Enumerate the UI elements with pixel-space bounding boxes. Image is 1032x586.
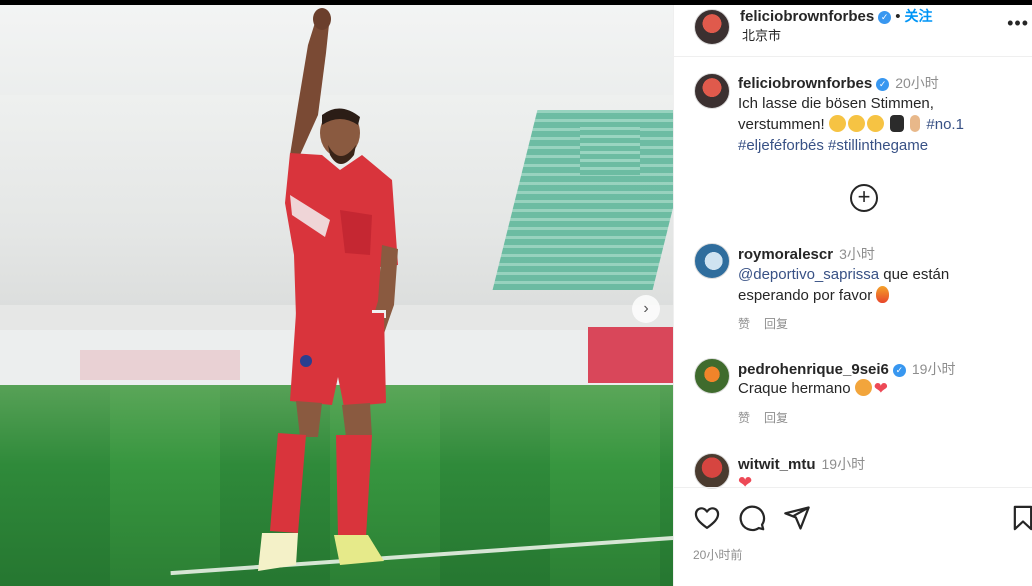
verified-badge-icon: ✓: [892, 364, 906, 377]
comment-like-button[interactable]: 赞: [738, 411, 750, 425]
red-heart-icon: ❤: [873, 379, 888, 398]
separator-dot: •: [895, 8, 901, 25]
post-date: 20小时前: [693, 548, 743, 562]
bookmark-icon[interactable]: [1009, 504, 1032, 532]
player-figure: [258, 8, 398, 571]
caption-time: 20小时: [895, 75, 939, 91]
post-location[interactable]: 北京市: [742, 25, 781, 44]
comment-text: @deportivo_saprissa que están esperando …: [738, 264, 1028, 306]
comment-line-2: esperando por favor: [738, 285, 1028, 306]
comment-bubble-icon[interactable]: [738, 504, 766, 532]
comment-line-1-text: Craque hermano: [738, 380, 851, 397]
post-action-bar: 20小时前: [674, 487, 1032, 586]
hashtag-no1[interactable]: #no.1: [926, 116, 964, 133]
post-side-panel: feliciobrownforbes ✓ • 关注 北京市 ••• feliciobr…: [673, 5, 1032, 586]
comment-username[interactable]: witwit_mtu: [738, 456, 816, 473]
plus-circle-icon[interactable]: +: [850, 184, 878, 212]
ninja-icon: [890, 115, 905, 132]
post-header: feliciobrownforbes ✓ • 关注 北京市 •••: [674, 5, 1032, 57]
caption-line-2: verstummen! #no.1: [738, 114, 1028, 135]
heart-outline-icon[interactable]: [693, 504, 721, 532]
verified-badge-icon: ✓: [878, 11, 892, 24]
comment-avatar[interactable]: [694, 358, 730, 394]
author-username[interactable]: feliciobrownforbes: [740, 8, 874, 25]
comment-username[interactable]: pedrohenrique_9sei6: [738, 361, 889, 378]
comment-time: 19小时: [911, 361, 956, 377]
caption-line-1: Ich lasse die bösen Stimmen,: [738, 95, 934, 112]
cat-face-icon: [854, 379, 872, 396]
caption-line-2-text: verstummen!: [738, 116, 825, 133]
caption-header: feliciobrownforbes ✓ 20小时: [738, 73, 939, 93]
comment-line-2-text: esperando por favor: [738, 287, 873, 304]
post-photo[interactable]: ›: [0, 5, 673, 586]
more-options-icon[interactable]: •••: [1007, 13, 1029, 34]
pointing-up-hand-icon: [910, 115, 921, 132]
grinning-face-icon: [828, 115, 846, 132]
comment-header: pedrohenrique_9sei6 ✓ 19小时: [738, 359, 955, 379]
comment-avatar[interactable]: [694, 453, 730, 489]
comment-header: witwit_mtu 19小时: [738, 454, 865, 474]
comment-header: roymoralescr 3小时: [738, 244, 875, 264]
comment-reply-button[interactable]: 回复: [764, 317, 788, 331]
caption-username[interactable]: feliciobrownforbes: [738, 75, 872, 92]
comment-mention[interactable]: @deportivo_saprissa: [738, 266, 879, 283]
caption-text: Ich lasse die bösen Stimmen, verstummen!…: [738, 93, 1028, 156]
author-line: feliciobrownforbes ✓ • 关注: [740, 6, 932, 26]
comment-reply-button[interactable]: 回复: [764, 411, 788, 425]
comment-text: Craque hermano ❤: [738, 378, 1028, 399]
grinning-face-icon: [866, 115, 884, 132]
follow-button[interactable]: 关注: [904, 8, 932, 24]
paper-plane-icon[interactable]: [783, 504, 811, 532]
comment-username[interactable]: roymoralescr: [738, 246, 833, 263]
comment-line-1: @deportivo_saprissa que están: [738, 264, 1028, 285]
comment-actions: 赞回复: [738, 409, 802, 426]
comment-avatar[interactable]: [694, 243, 730, 279]
caption-hashtags[interactable]: #eljeféforbés #stillinthegame: [738, 135, 1028, 156]
caption-author-avatar[interactable]: [694, 73, 730, 109]
author-avatar[interactable]: [694, 9, 730, 45]
grinning-face-icon: [847, 115, 865, 132]
fire-icon: [876, 286, 890, 303]
comment-actions: 赞回复: [738, 315, 802, 332]
comment-time: 3小时: [839, 246, 875, 262]
comment-line-1-text: que están: [879, 266, 950, 283]
comment-like-button[interactable]: 赞: [738, 317, 750, 331]
comment-time: 19小时: [821, 456, 866, 472]
verified-badge-icon: ✓: [876, 78, 890, 91]
chevron-right-icon[interactable]: ›: [632, 295, 660, 323]
